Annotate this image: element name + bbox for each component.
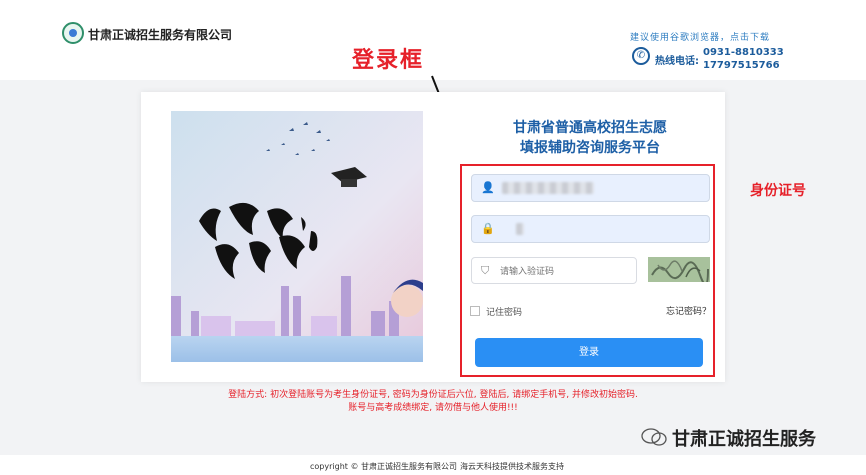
platform-title: 甘肃省普通高校招生志愿 填报辅助咨询服务平台 xyxy=(470,118,710,158)
footer-support: 海云天科技提供技术服务支持 xyxy=(460,462,564,471)
phone-icon: ✆ xyxy=(632,47,650,65)
watermark-text: 甘肃正诚招生服务 xyxy=(672,429,816,450)
lock-icon: 🔒 xyxy=(481,222,495,235)
browser-download-link[interactable]: 建议使用谷歌浏览器，点击下载 xyxy=(630,30,770,43)
annotation-login-box: 登录框 xyxy=(352,48,425,73)
top-header: 甘肃正诚招生服务有限公司 建议使用谷歌浏览器，点击下载 ✆ 热线电话: 0931… xyxy=(0,0,866,80)
username-field[interactable]: 👤 xyxy=(471,174,710,202)
captcha-field[interactable]: ⛉ xyxy=(471,257,637,284)
platform-title-line1: 甘肃省普通高校招生志愿 xyxy=(513,120,667,136)
password-value-redacted xyxy=(516,223,524,235)
hotline-number-1: 0931-8810333 xyxy=(703,47,784,58)
footer-copyright: copyright © 甘肃正诚招生服务有限公司 xyxy=(310,462,457,471)
notice-line2: 账号与高考成绩绑定, 请勿借与他人使用!!! xyxy=(348,403,518,413)
hotline-number-2: 17797515766 xyxy=(703,60,780,71)
captcha-input[interactable] xyxy=(498,262,632,281)
remember-checkbox[interactable] xyxy=(470,306,480,316)
shield-icon: ⛉ xyxy=(481,264,490,277)
remember-label: 记住密码 xyxy=(486,308,523,318)
login-button[interactable]: 登录 xyxy=(475,338,703,367)
remember-password[interactable]: 记住密码 xyxy=(470,305,522,318)
annotation-id-number: 身份证号 xyxy=(750,183,806,199)
hero-illustration xyxy=(171,111,423,362)
hotline-numbers: 0931-8810333 17797515766 xyxy=(703,46,784,72)
login-notice: 登陆方式: 初次登陆账号为考生身份证号, 密码为身份证后六位, 登陆后, 请绑定… xyxy=(140,389,726,415)
username-value-redacted xyxy=(502,182,594,194)
platform-title-line2: 填报辅助咨询服务平台 xyxy=(520,140,660,156)
captcha-image[interactable] xyxy=(648,257,710,282)
hotline-label: 热线电话: xyxy=(655,56,699,67)
footer: copyright © 甘肃正诚招生服务有限公司 海云天科技提供技术服务支持 xyxy=(0,455,866,475)
company-logo xyxy=(62,22,84,44)
wechat-icon xyxy=(641,428,667,446)
user-icon: 👤 xyxy=(481,181,495,194)
forgot-password-link[interactable]: 忘记密码？ xyxy=(666,304,711,317)
notice-line1: 登陆方式: 初次登陆账号为考生身份证号, 密码为身份证后六位, 登陆后, 请绑定… xyxy=(228,390,638,400)
company-name: 甘肃正诚招生服务有限公司 xyxy=(88,28,233,42)
password-field[interactable]: 🔒 xyxy=(471,215,710,243)
